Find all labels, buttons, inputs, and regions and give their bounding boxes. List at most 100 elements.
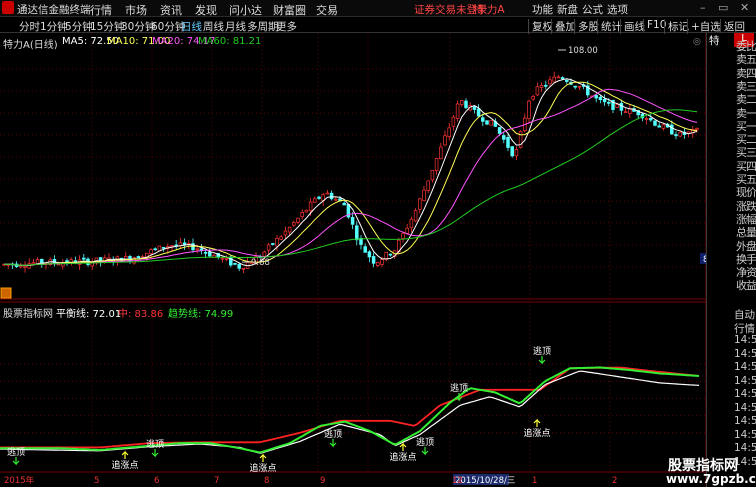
- candle-body: [598, 96, 603, 101]
- side-tick-row-8: 14:5: [734, 415, 756, 427]
- x-tick: 7: [214, 476, 219, 486]
- x-tick: 12: [452, 476, 463, 486]
- candle-body: [670, 124, 674, 135]
- candle-body: [149, 249, 153, 254]
- candle-body: [510, 146, 514, 157]
- ma10-line: [4, 81, 698, 266]
- candle-body: [203, 252, 208, 254]
- candle-body: [413, 210, 418, 222]
- candle-body: [443, 135, 447, 146]
- candle-body: [350, 216, 355, 225]
- escape-top-label: 逃顶: [7, 446, 25, 458]
- high-annotation: 108.00: [568, 46, 598, 56]
- chase-point-label: 追涨点: [523, 427, 550, 439]
- candle-body: [371, 256, 376, 264]
- candle-body: [439, 146, 443, 160]
- candle-body: [653, 120, 657, 126]
- candle-body: [380, 259, 384, 265]
- candle-body: [199, 248, 204, 251]
- candle-body: [334, 198, 338, 201]
- x-tick: 6: [154, 476, 159, 486]
- candle-body: [451, 116, 456, 127]
- candle-body: [224, 258, 229, 260]
- x-tick: 2: [612, 476, 617, 486]
- candle-body: [619, 102, 624, 111]
- candle-body: [485, 120, 489, 125]
- side-row-18: 收益: [736, 279, 756, 293]
- candle-body: [161, 247, 166, 249]
- kline-chart[interactable]: 100.090.0080.0070.0060.0050.0040.0030.00…: [0, 0, 756, 487]
- candle-body: [460, 100, 464, 105]
- side-tick-row-9: 14:5: [734, 428, 756, 441]
- candle-body: [313, 198, 317, 203]
- candle-body: [376, 262, 380, 266]
- candle-body: [481, 117, 485, 122]
- candle-body: [623, 111, 628, 114]
- settings-icon[interactable]: ◎: [693, 37, 701, 47]
- mid-line-label: 中: 83.86: [118, 309, 164, 320]
- candle-body: [363, 246, 367, 253]
- candle-body: [82, 257, 86, 260]
- candle-body: [317, 196, 321, 199]
- chase-point-arrow: [121, 450, 129, 459]
- escape-top-label: 逃顶: [416, 436, 434, 448]
- candle-body: [418, 198, 422, 210]
- candle-body: [657, 125, 661, 128]
- side-tick-row-2: 14:5: [734, 334, 756, 346]
- candle-body: [287, 226, 292, 233]
- candle-body: [241, 267, 246, 270]
- candle-body: [367, 251, 372, 258]
- candle-body: [325, 192, 330, 195]
- candle-body: [329, 192, 334, 200]
- candle-body: [233, 262, 237, 265]
- candle-body: [464, 100, 468, 109]
- chase-point-label: 追涨点: [111, 459, 138, 471]
- fold-icon: [0, 287, 12, 299]
- candle-body: [208, 251, 212, 257]
- candle-body: [342, 202, 346, 206]
- candle-body: [506, 137, 510, 148]
- x-tick: 8: [264, 476, 269, 486]
- candle-body: [476, 108, 481, 117]
- x-tick: 5: [94, 476, 99, 486]
- chase-point-label: 追涨点: [249, 462, 276, 474]
- ma5-line: [4, 78, 698, 267]
- candle-body: [644, 118, 649, 120]
- candle-body: [266, 244, 271, 251]
- candle-body: [426, 180, 430, 191]
- chase-point-arrow: [533, 418, 541, 427]
- balance-line: [0, 370, 700, 454]
- candle-body: [388, 253, 393, 256]
- candle-body: [577, 85, 582, 88]
- candle-body: [136, 256, 141, 259]
- main-chart-title: 特力A(日线): [3, 40, 58, 51]
- candles-group: [2, 71, 699, 274]
- candle-body: [607, 101, 611, 104]
- watermark-url: www.7gpzb.com: [666, 472, 756, 486]
- escape-top-arrow: [12, 457, 20, 466]
- candle-body: [308, 201, 313, 212]
- candle-body: [531, 95, 535, 100]
- candle-body: [401, 232, 405, 239]
- candle-body: [565, 79, 569, 82]
- x-tick: 1: [532, 476, 537, 486]
- side-tick-row-3: 14:5: [734, 347, 756, 360]
- candle-body: [434, 158, 439, 171]
- candle-body: [560, 77, 565, 80]
- candle-body: [153, 248, 157, 251]
- escape-top-label: 逃顶: [450, 382, 468, 394]
- side-stock-name: 特: [709, 35, 720, 47]
- escape-top-arrow: [329, 439, 337, 448]
- candle-body: [355, 225, 359, 241]
- side-tick-row-10: 14:5: [734, 442, 756, 454]
- ma60-label: MA60: 81.21: [198, 36, 262, 47]
- candle-body: [594, 94, 598, 99]
- candle-body: [262, 251, 267, 257]
- x-tick: 9: [320, 476, 325, 486]
- escape-top-label: 逃顶: [146, 438, 164, 450]
- candle-body: [535, 86, 540, 96]
- candle-body: [678, 131, 682, 137]
- trend-line-label: 趋势线: 74.99: [168, 309, 234, 320]
- chase-point-arrow: [399, 442, 407, 451]
- ma60-line: [4, 109, 698, 266]
